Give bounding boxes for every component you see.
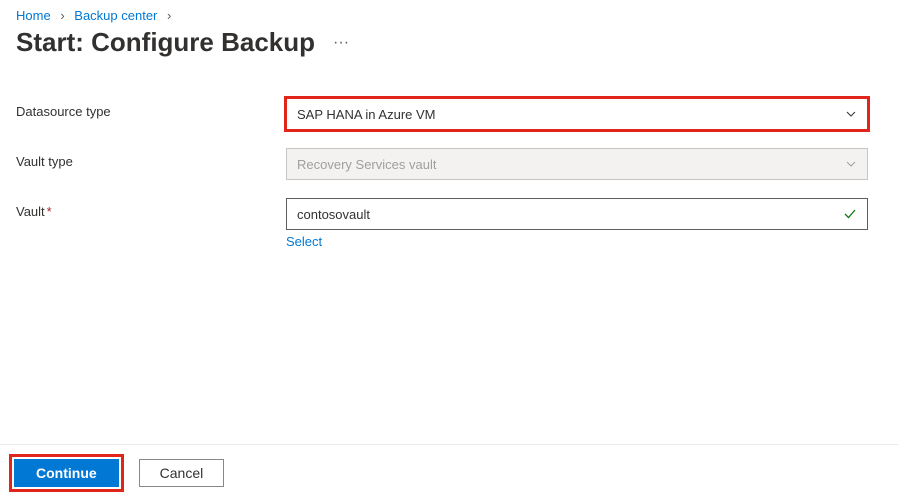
page-title: Start: Configure Backup (16, 27, 315, 58)
form-row-datasource: Datasource type SAP HANA in Azure VM (16, 98, 882, 130)
datasource-type-value: SAP HANA in Azure VM (297, 107, 436, 122)
chevron-down-icon (845, 158, 857, 170)
vault-type-value: Recovery Services vault (297, 157, 436, 172)
continue-button[interactable]: Continue (14, 459, 119, 487)
breadcrumb-backup-center[interactable]: Backup center (74, 8, 157, 23)
datasource-type-select[interactable]: SAP HANA in Azure VM (286, 98, 868, 130)
chevron-right-icon: › (60, 8, 64, 23)
cancel-button[interactable]: Cancel (139, 459, 225, 487)
check-icon (843, 207, 857, 221)
vault-type-label: Vault type (16, 148, 286, 169)
breadcrumb: Home › Backup center › (0, 0, 898, 27)
vault-value: contosovault (297, 207, 370, 222)
vault-input[interactable]: contosovault (286, 198, 868, 230)
form-area: Datasource type SAP HANA in Azure VM Vau… (0, 78, 898, 249)
vault-type-select: Recovery Services vault (286, 148, 868, 180)
page-header: Start: Configure Backup ··· (0, 27, 898, 78)
form-row-vault: Vault* contosovault Select (16, 198, 882, 249)
form-row-vault-type: Vault type Recovery Services vault (16, 148, 882, 180)
required-asterisk: * (47, 204, 52, 219)
chevron-right-icon: › (167, 8, 171, 23)
vault-label: Vault* (16, 198, 286, 219)
vault-select-link[interactable]: Select (286, 234, 322, 249)
breadcrumb-home[interactable]: Home (16, 8, 51, 23)
continue-highlight: Continue (12, 457, 121, 489)
datasource-type-label: Datasource type (16, 98, 286, 119)
chevron-down-icon (845, 108, 857, 120)
footer: Continue Cancel (0, 444, 898, 501)
more-actions-icon[interactable]: ··· (333, 34, 349, 52)
